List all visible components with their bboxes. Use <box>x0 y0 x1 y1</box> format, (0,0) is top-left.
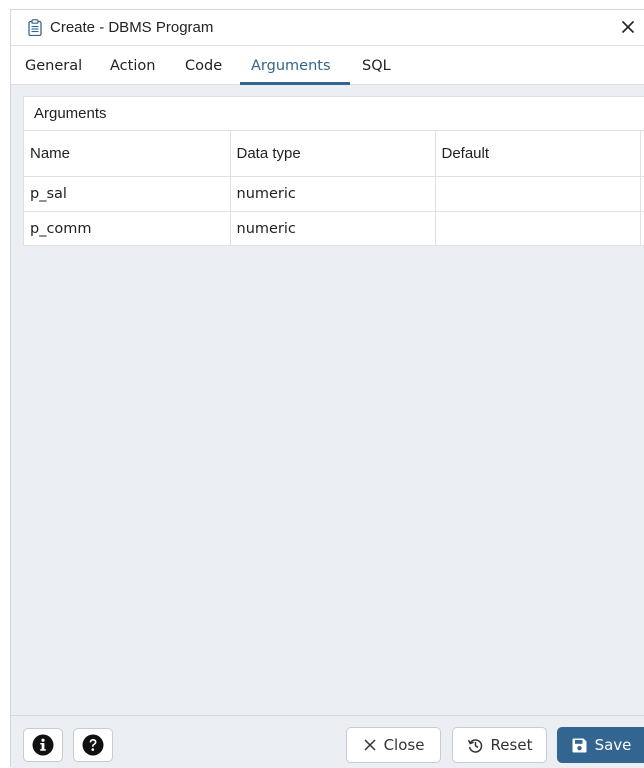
arguments-panel-header: Arguments <box>24 97 644 131</box>
save-button[interactable]: Save <box>557 727 644 763</box>
cell-name[interactable]: p_comm <box>24 211 231 246</box>
tab-general[interactable]: General <box>25 46 82 85</box>
close-icon[interactable] <box>618 17 638 37</box>
reset-button[interactable]: Reset <box>452 727 547 763</box>
info-icon <box>32 734 54 756</box>
tab-code[interactable]: Code <box>185 46 222 85</box>
close-button[interactable]: Close <box>346 727 441 763</box>
reset-icon <box>467 737 484 754</box>
cell-extra <box>640 211 644 246</box>
table-header-row: Name Data type Default <box>24 131 644 177</box>
help-button[interactable] <box>73 728 113 762</box>
dialog-title: Create - DBMS Program <box>50 19 214 36</box>
info-button[interactable] <box>23 728 63 762</box>
cell-name[interactable]: p_sal <box>24 176 231 212</box>
tab-action[interactable]: Action <box>110 46 155 85</box>
help-icon <box>82 734 104 756</box>
close-button-label: Close <box>383 736 425 754</box>
column-header-data-type: Data type <box>230 131 436 177</box>
create-dbms-program-dialog: Create - DBMS Program General Action Cod… <box>10 9 644 768</box>
cell-data-type[interactable]: numeric <box>230 211 436 246</box>
arguments-panel: Arguments Name Data type Default p_sal n… <box>23 96 644 246</box>
save-button-label: Save <box>594 736 632 754</box>
cell-default[interactable] <box>435 211 641 246</box>
arguments-table: Name Data type Default p_sal numeric p_c… <box>24 131 644 246</box>
table-row[interactable]: p_comm numeric <box>24 211 644 246</box>
column-header-default: Default <box>435 131 641 177</box>
dialog-titlebar: Create - DBMS Program <box>11 10 644 46</box>
close-icon <box>363 738 377 752</box>
clipboard-icon <box>27 19 43 37</box>
reset-button-label: Reset <box>490 736 533 754</box>
column-header-name: Name <box>24 131 231 177</box>
cell-extra <box>640 176 644 212</box>
column-header-extra <box>640 131 644 177</box>
tab-sql[interactable]: SQL <box>362 46 391 85</box>
table-row[interactable]: p_sal numeric <box>24 176 644 212</box>
tab-arguments[interactable]: Arguments <box>251 46 331 85</box>
cell-data-type[interactable]: numeric <box>230 176 436 212</box>
dialog-footer: Close Reset Save <box>11 715 644 768</box>
cell-default[interactable] <box>435 176 641 212</box>
active-tab-indicator <box>240 82 350 85</box>
tab-bar: General Action Code Arguments SQL <box>11 46 644 85</box>
save-icon <box>571 737 588 754</box>
